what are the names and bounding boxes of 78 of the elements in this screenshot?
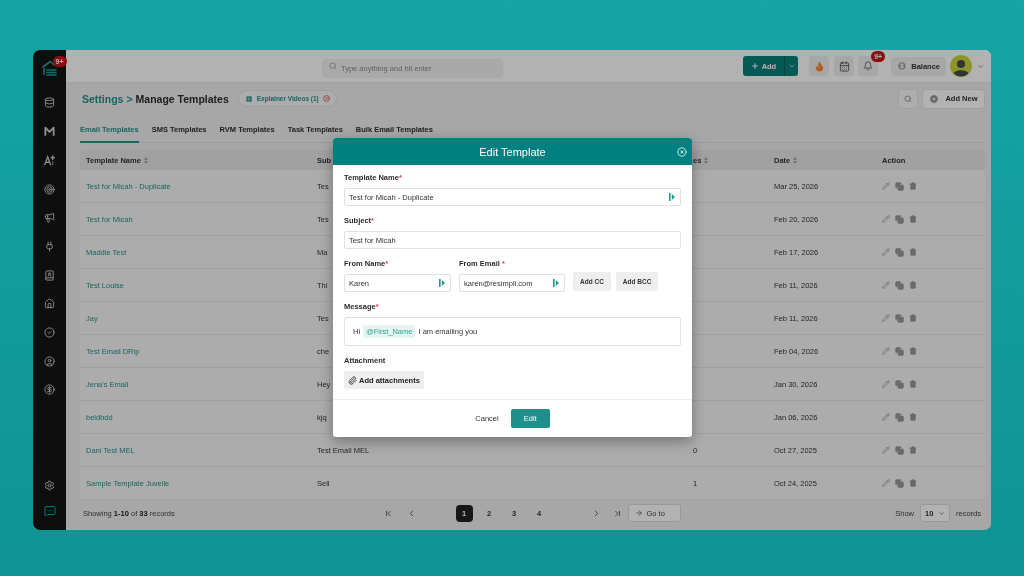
megaphone-icon	[44, 212, 55, 224]
pencil-icon[interactable]	[882, 281, 890, 289]
plus-icon	[750, 62, 759, 70]
chevron-down-icon[interactable]	[977, 62, 984, 70]
flame-icon	[813, 60, 825, 72]
bar-arrow-icon[interactable]	[439, 279, 445, 287]
pencil-icon[interactable]	[882, 314, 890, 322]
pencil-icon[interactable]	[882, 479, 890, 487]
first-page-button[interactable]	[383, 508, 393, 518]
last-page-icon	[612, 508, 622, 518]
copy-icon[interactable]	[895, 445, 904, 455]
check-circle-icon	[44, 326, 55, 338]
copy-icon[interactable]	[895, 313, 904, 323]
arrow-right-icon	[634, 509, 643, 517]
database-icon	[44, 97, 55, 109]
pencil-icon[interactable]	[882, 413, 890, 421]
trash-icon[interactable]	[909, 413, 917, 421]
close-icon[interactable]	[322, 95, 330, 102]
dialog-title: Edit Template	[479, 145, 546, 158]
trash-icon[interactable]	[909, 446, 917, 454]
pencil-icon[interactable]	[882, 380, 890, 388]
settings-icon	[44, 480, 55, 491]
trash-icon[interactable]	[909, 314, 917, 322]
home-icon	[44, 298, 55, 310]
copy-icon[interactable]	[895, 478, 904, 488]
trash-icon[interactable]	[909, 479, 917, 487]
ai-sparkle-icon	[44, 154, 55, 166]
flame-button[interactable]	[809, 56, 830, 76]
paperclip-icon	[348, 375, 357, 385]
calendar-icon	[838, 60, 850, 72]
search-icon	[904, 94, 912, 103]
copy-icon[interactable]	[895, 412, 904, 422]
copy-icon[interactable]	[895, 346, 904, 356]
first-page-icon	[383, 508, 393, 518]
pencil-icon[interactable]	[882, 446, 890, 454]
sort-icon[interactable]	[143, 156, 148, 164]
pencil-icon[interactable]	[882, 215, 890, 223]
trash-icon[interactable]	[909, 281, 917, 289]
copy-icon[interactable]	[895, 181, 904, 191]
plug-icon	[44, 240, 55, 252]
copy-icon[interactable]	[895, 379, 904, 389]
trash-icon[interactable]	[909, 248, 917, 256]
sort-icon[interactable]	[704, 156, 709, 164]
pencil-icon[interactable]	[882, 248, 890, 256]
m-mark-icon	[44, 126, 55, 138]
bar-arrow-icon[interactable]	[669, 193, 675, 201]
copy-icon[interactable]	[895, 214, 904, 224]
trash-icon[interactable]	[909, 380, 917, 388]
pencil-icon[interactable]	[882, 182, 890, 190]
avatar-icon[interactable]	[950, 55, 972, 77]
user-circle-icon	[44, 355, 55, 367]
search-button[interactable]	[898, 88, 918, 109]
caret-icon	[787, 62, 796, 70]
sort-icon[interactable]	[793, 156, 798, 164]
target-icon	[44, 183, 55, 195]
dollar-circle-icon	[897, 61, 908, 71]
breadcrumb-separator: >	[126, 92, 133, 105]
contact-book-icon	[44, 269, 55, 281]
dollar-circle-icon	[44, 384, 55, 396]
plus-circle-icon	[929, 93, 940, 104]
pencil-icon[interactable]	[882, 347, 890, 355]
last-page-button[interactable]	[612, 508, 622, 518]
calendar-button[interactable]	[834, 56, 855, 76]
search-icon	[329, 62, 337, 70]
chat-bubble-icon	[43, 504, 56, 517]
video-icon	[244, 94, 253, 103]
bar-arrow-icon[interactable]	[553, 279, 559, 287]
caret-icon	[938, 509, 945, 517]
copy-icon[interactable]	[895, 247, 904, 257]
bell-icon	[863, 61, 874, 71]
close-icon	[677, 146, 687, 157]
trash-icon[interactable]	[909, 215, 917, 223]
page-title: Manage Templates	[135, 92, 229, 105]
copy-icon[interactable]	[895, 280, 904, 290]
trash-icon[interactable]	[909, 347, 917, 355]
close-button[interactable]	[677, 146, 687, 157]
dropdown-button[interactable]	[784, 56, 799, 76]
trash-icon[interactable]	[909, 182, 917, 190]
